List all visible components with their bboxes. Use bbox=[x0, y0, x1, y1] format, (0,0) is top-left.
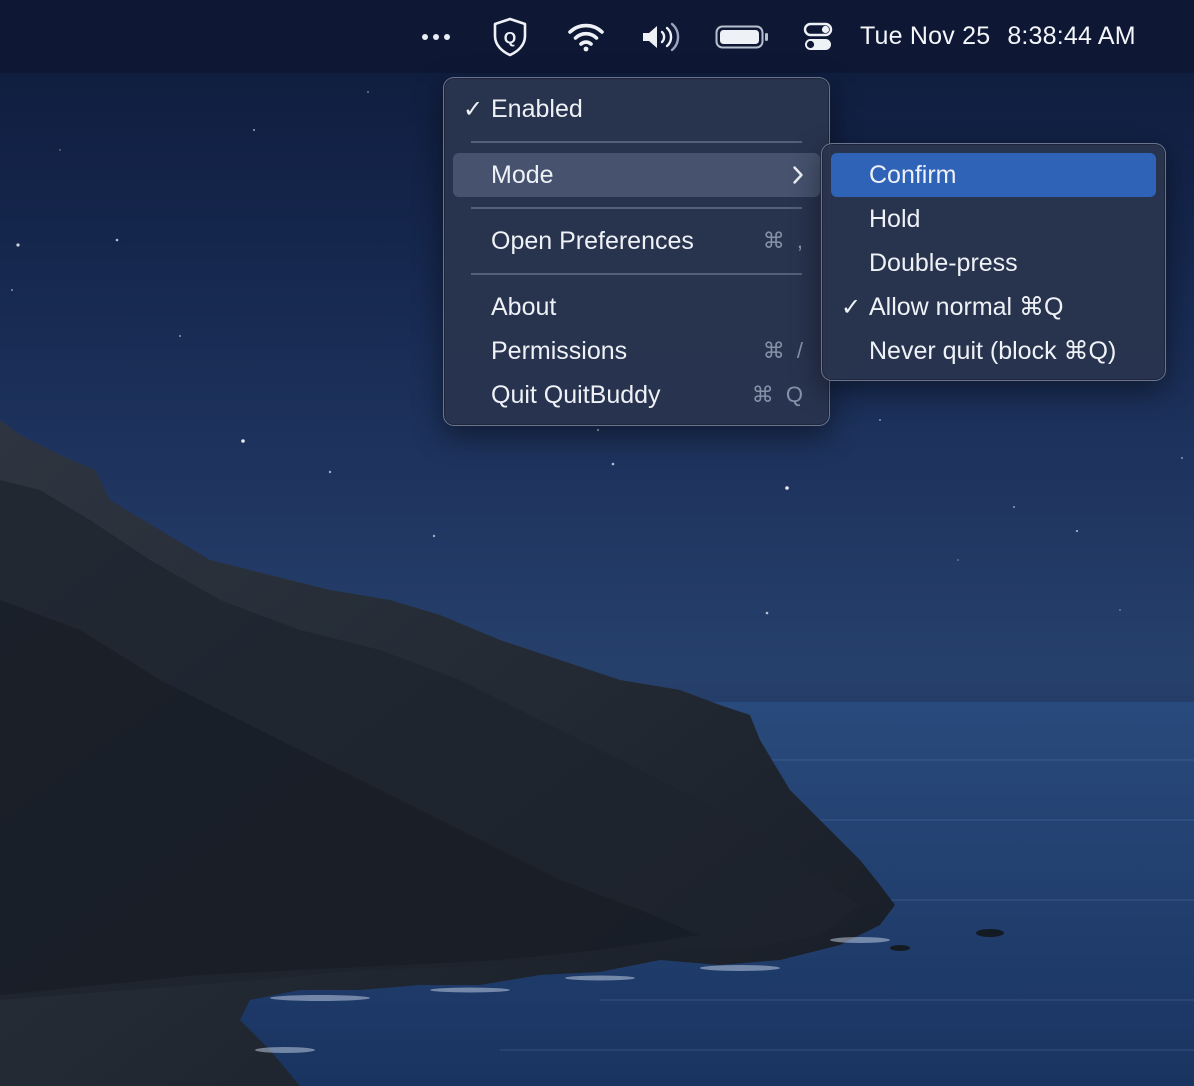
menu-item-quit[interactable]: Quit QuitBuddy ⌘ Q bbox=[453, 373, 820, 417]
wifi-icon[interactable] bbox=[562, 0, 610, 73]
menu-item-label: Mode bbox=[491, 160, 554, 189]
menu-item-enabled[interactable]: ✓ Enabled bbox=[453, 87, 820, 131]
dot bbox=[433, 33, 439, 40]
menu-item-mode[interactable]: Mode bbox=[453, 153, 820, 197]
battery-icon[interactable] bbox=[712, 0, 772, 73]
mode-option-hold[interactable]: Hold bbox=[831, 197, 1156, 241]
clock-date: Tue Nov 25 bbox=[860, 22, 991, 50]
checkmark-icon: ✓ bbox=[462, 95, 484, 123]
shortcut-label: ⌘ / bbox=[762, 338, 806, 363]
clock-time: 8:38:44 AM bbox=[1007, 22, 1136, 50]
wifi-graphic bbox=[568, 23, 604, 51]
menu-item-label: Confirm bbox=[869, 160, 957, 189]
checkmark-icon: ✓ bbox=[840, 293, 862, 321]
shortcut-label: ⌘ Q bbox=[751, 382, 806, 407]
chevron-right-icon bbox=[793, 166, 803, 184]
menu-separator bbox=[471, 207, 802, 209]
menu-item-label: Open Preferences bbox=[491, 226, 694, 255]
mode-option-confirm[interactable]: Confirm bbox=[831, 153, 1156, 197]
control-center-graphic bbox=[803, 22, 833, 50]
battery-graphic bbox=[715, 25, 768, 48]
menu-item-label: Hold bbox=[869, 204, 921, 233]
mode-option-double-press[interactable]: Double-press bbox=[831, 241, 1156, 285]
quitbuddy-menu: ✓ Enabled Mode Open Preferences ⌘ , Abou… bbox=[443, 77, 830, 426]
menu-separator bbox=[471, 141, 802, 143]
control-center-icon[interactable] bbox=[794, 0, 842, 73]
mode-option-allow-normal[interactable]: ✓ Allow normal ⌘Q bbox=[831, 285, 1156, 329]
menu-item-label: Double-press bbox=[869, 248, 1018, 277]
quitbuddy-shield-icon[interactable]: Q bbox=[484, 0, 536, 73]
menu-item-open-preferences[interactable]: Open Preferences ⌘ , bbox=[453, 219, 820, 263]
menu-item-label: Quit QuitBuddy bbox=[491, 380, 661, 409]
menu-item-permissions[interactable]: Permissions ⌘ / bbox=[453, 329, 820, 373]
menu-item-label: Allow normal ⌘Q bbox=[869, 293, 1064, 321]
menu-item-label: Permissions bbox=[491, 336, 628, 365]
dot bbox=[422, 33, 428, 40]
shield-graphic: Q bbox=[493, 17, 527, 56]
volume-graphic bbox=[643, 22, 680, 51]
menu-item-label: Never quit (block ⌘Q) bbox=[869, 337, 1117, 365]
menubar-clock[interactable]: Tue Nov 25 8:38:44 AM bbox=[860, 0, 1170, 73]
dot bbox=[444, 33, 450, 40]
menu-item-about[interactable]: About bbox=[453, 285, 820, 329]
more-dots-icon[interactable] bbox=[412, 0, 460, 73]
mode-submenu: Confirm Hold Double-press ✓ Allow normal… bbox=[821, 143, 1166, 381]
shield-letter: Q bbox=[504, 30, 516, 47]
mode-option-never-quit[interactable]: Never quit (block ⌘Q) bbox=[831, 329, 1156, 373]
menu-separator bbox=[471, 273, 802, 275]
menu-item-label: About bbox=[491, 292, 557, 321]
menu-item-label: Enabled bbox=[491, 94, 583, 123]
shortcut-label: ⌘ , bbox=[762, 228, 806, 253]
volume-icon[interactable] bbox=[636, 0, 688, 73]
menu-bar: Q Tue Nov 25 8:38:44 AM bbox=[0, 0, 1194, 73]
